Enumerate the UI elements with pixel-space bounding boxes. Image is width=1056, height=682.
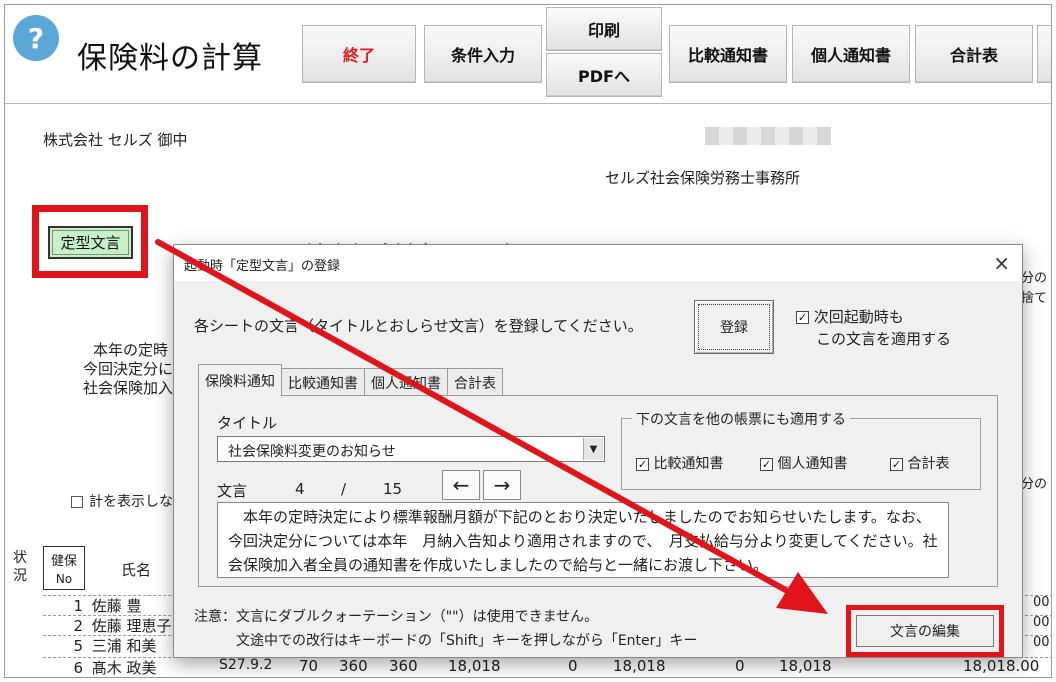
tab-individual-notice[interactable]: 個人通知書 xyxy=(364,368,448,396)
note-line-2: 文途中での改行はキーボードの「Shift」キーを押しながら「Enter」キー xyxy=(194,633,698,649)
note-line-1: 注意：文言にダブルクォーテーション（""）は使用できません。 xyxy=(194,609,599,625)
row-value: 00 xyxy=(1033,595,1050,610)
register-button[interactable]: 登録 xyxy=(694,300,774,354)
page-title: 保険料の計算 xyxy=(77,41,263,76)
table-row: 1 佐藤 豊 xyxy=(73,597,142,615)
bg-body-line: 今回決定分に xyxy=(83,360,174,378)
dialog-title: 起動時「定型文言」の登録 xyxy=(184,259,341,274)
chevron-down-icon[interactable]: ▼ xyxy=(583,438,603,460)
next-startup-option[interactable]: ✓ 次回起動時も この文言を適用する xyxy=(796,306,951,350)
show-total-label: 計を表示しな xyxy=(89,494,173,510)
body-textarea[interactable]: 本年の定時決定により標準報酬月額が下記のとおり決定いたしましたのでお知らせいたし… xyxy=(217,502,949,578)
apply-individual-checkbox[interactable]: ✓ xyxy=(760,457,773,471)
teikei-dialog: 起動時「定型文言」の登録 × 各シートの文言（タイトルとおしらせ文言）を登録して… xyxy=(173,244,1023,658)
note-text: 注意：文言にダブルクォーテーション（""）は使用できません。 文途中での改行はキ… xyxy=(194,605,697,653)
redacted-address xyxy=(705,127,831,145)
tab-comparison-notice[interactable]: 比較通知書 xyxy=(281,368,365,396)
apply-group-legend: 下の文言を他の帳票にも適用する xyxy=(632,409,850,429)
tab-panel: タイトル 社会保険料変更のお知らせ ▼ 文言 4 / 15 ← → 本年の定時決… xyxy=(198,395,998,587)
apply-comparison-checkbox[interactable]: ✓ xyxy=(636,457,649,471)
edit-text-button[interactable]: 文言の編集 xyxy=(856,615,994,647)
row-value: 00 xyxy=(1033,615,1050,630)
show-total-checkbox[interactable] xyxy=(71,496,83,508)
title-select[interactable]: 社会保険料変更のお知らせ ▼ xyxy=(217,436,605,462)
table-row: 2 佐藤 理恵子 xyxy=(73,617,172,635)
title-select-value: 社会保険料変更のお知らせ xyxy=(228,444,396,460)
no-label: No xyxy=(55,572,73,586)
header-divider xyxy=(5,103,1051,104)
counter-total: 15 xyxy=(383,480,403,498)
col-name-header: 氏名 xyxy=(121,561,152,579)
print-button[interactable]: 印刷 xyxy=(546,7,662,51)
total-table-button[interactable]: 合計表 xyxy=(915,25,1033,83)
bg-right-text: 捨て xyxy=(1021,291,1048,306)
apply-comparison-label: 比較通知書 xyxy=(653,456,724,472)
next-arrow-button[interactable]: → xyxy=(483,470,521,500)
apply-total-checkbox[interactable]: ✓ xyxy=(890,457,903,471)
table-row: 6 髙木 政美 S27.9.2 70 360 360 18,018 0 18,0… xyxy=(73,657,1040,677)
counter-separator: / xyxy=(341,480,347,498)
pdf-button[interactable]: PDFへ xyxy=(546,53,662,97)
comparison-notice-button[interactable]: 比較通知書 xyxy=(669,25,787,83)
company-name: 株式会社 セルズ 御中 xyxy=(43,131,188,149)
apply-comparison-option[interactable]: ✓ 比較通知書 xyxy=(636,453,723,473)
teikei-highlight-box: 定型文言 xyxy=(32,205,148,278)
title-label: タイトル xyxy=(217,414,278,432)
row-value: 00 xyxy=(1033,635,1050,650)
office-name: セルズ社会保険労務士事務所 xyxy=(605,169,801,187)
conditions-button[interactable]: 条件入力 xyxy=(424,25,542,83)
next-startup-label-2: この文言を適用する xyxy=(816,330,952,348)
apply-group: 下の文言を他の帳票にも適用する ✓ 比較通知書 ✓ 個人通知書 ✓ 合計表 xyxy=(621,409,981,490)
health-no-header: 健保 No xyxy=(43,546,85,590)
tab-premium-notice[interactable]: 保険料通知 xyxy=(198,364,282,396)
prev-arrow-button[interactable]: ← xyxy=(442,470,480,500)
table-row: 5 三浦 和美 xyxy=(73,637,157,655)
show-total-option[interactable]: 計を表示しな xyxy=(71,491,173,511)
tab-total-table[interactable]: 合計表 xyxy=(447,368,503,396)
counter-current: 4 xyxy=(295,480,305,498)
teikei-button[interactable]: 定型文言 xyxy=(48,226,133,259)
bg-body-line: 本年の定時 xyxy=(93,341,169,359)
apply-total-label: 合計表 xyxy=(907,456,950,472)
apply-individual-label: 個人通知書 xyxy=(777,456,848,472)
next-startup-label-1: 次回起動時も xyxy=(813,308,904,326)
apply-individual-option[interactable]: ✓ 個人通知書 xyxy=(760,453,847,473)
next-startup-checkbox[interactable]: ✓ xyxy=(796,311,809,324)
apply-total-option[interactable]: ✓ 合計表 xyxy=(890,453,949,473)
body-label: 文言 xyxy=(217,482,248,500)
dialog-instruction: 各シートの文言（タイトルとおしらせ文言）を登録してください。 xyxy=(194,317,643,335)
health-label: 健保 xyxy=(50,554,77,569)
col-status-header: 状況 xyxy=(13,550,27,584)
dialog-titlebar: 起動時「定型文言」の登録 × xyxy=(174,245,1022,281)
bg-body-line: 社会保険加入 xyxy=(83,379,174,397)
sheet-tabs: 保険料通知 比較通知書 個人通知書 合計表 xyxy=(198,364,503,396)
edit-highlight-box: 文言の編集 xyxy=(846,605,1004,657)
bg-right-text: 分の xyxy=(1021,271,1048,286)
bg-right-text: 分の xyxy=(1021,477,1048,492)
exit-button[interactable]: 終了 xyxy=(302,25,416,83)
close-icon[interactable]: × xyxy=(993,251,1010,275)
individual-notice-button[interactable]: 個人通知書 xyxy=(792,25,910,83)
more-button[interactable] xyxy=(1037,25,1051,83)
help-icon[interactable]: ? xyxy=(13,15,59,61)
